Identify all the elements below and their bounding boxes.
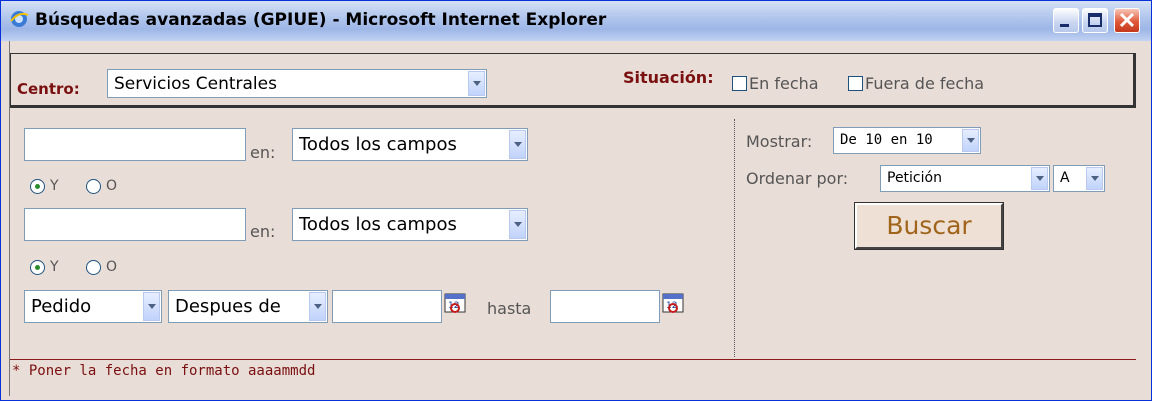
centro-label: Centro: (17, 80, 80, 98)
operator-2-y-radio[interactable] (30, 260, 45, 275)
date-to-input[interactable] (550, 290, 660, 323)
content-area: Centro: Servicios Centrales Situación: E… (9, 41, 1146, 396)
maximize-icon (1088, 13, 1102, 27)
centro-select[interactable]: Servicios Centrales (107, 69, 487, 98)
maximize-button[interactable] (1082, 8, 1108, 33)
field-select-1-value: Todos los campos (299, 134, 457, 155)
operator-1-y-label: Y (50, 178, 59, 194)
date-field-select-value: Pedido (31, 296, 92, 317)
close-button[interactable] (1114, 8, 1140, 33)
chevron-down-icon (962, 129, 979, 152)
date-condition-select-value: Despues de (175, 296, 281, 317)
mostrar-select[interactable]: De 10 en 10 (833, 127, 981, 154)
operator-1-o-label: O (106, 178, 118, 194)
direction-select[interactable]: A (1053, 165, 1105, 192)
field-select-2-value: Todos los campos (299, 214, 457, 235)
fuera-de-fecha-checkbox[interactable] (848, 76, 863, 91)
calendar-icon[interactable]: 12 (662, 292, 684, 314)
minimize-button[interactable] (1053, 8, 1079, 33)
operator-2-y-label: Y (50, 259, 59, 275)
date-condition-select[interactable]: Despues de (168, 290, 328, 323)
chevron-down-icon (143, 292, 160, 321)
operator-2-o-label: O (106, 259, 118, 275)
centro-select-value: Servicios Centrales (114, 74, 277, 94)
mostrar-select-value: De 10 en 10 (840, 132, 933, 148)
en-label-1: en: (250, 143, 276, 162)
operator-1-o-radio[interactable] (86, 179, 101, 194)
en-label-2: en: (250, 222, 276, 241)
chevron-down-icon (468, 71, 485, 96)
operator-2-o-radio[interactable] (86, 260, 101, 275)
title-bar[interactable]: Búsquedas avanzadas (GPIUE) - Microsoft … (1, 1, 1151, 41)
en-fecha-checkbox[interactable] (732, 76, 747, 91)
ordenar-select-value: Petición (887, 170, 942, 186)
date-format-note: * Poner la fecha en formato aaaammdd (12, 363, 316, 379)
field-select-1[interactable]: Todos los campos (292, 128, 528, 161)
ordenar-label: Ordenar por: (746, 169, 849, 188)
ordenar-select[interactable]: Petición (880, 165, 1050, 192)
minimize-icon (1060, 24, 1069, 27)
buscar-button[interactable]: Buscar (854, 202, 1004, 250)
horizontal-divider (10, 359, 1136, 360)
fuera-de-fecha-label: Fuera de fecha (865, 74, 985, 93)
browser-window: Búsquedas avanzadas (GPIUE) - Microsoft … (0, 0, 1152, 401)
direction-select-value: A (1060, 170, 1070, 186)
mostrar-label: Mostrar: (746, 132, 813, 151)
chevron-down-icon (509, 130, 526, 159)
chevron-down-icon (509, 210, 526, 239)
vertical-divider (734, 119, 735, 357)
date-field-select[interactable]: Pedido (24, 290, 162, 323)
hasta-label: hasta (487, 299, 532, 318)
chevron-down-icon (1031, 167, 1048, 190)
en-fecha-label: En fecha (749, 74, 819, 93)
chevron-down-icon (309, 292, 326, 321)
field-select-2[interactable]: Todos los campos (292, 208, 528, 241)
operator-1-y-radio[interactable] (30, 179, 45, 194)
close-icon (1119, 12, 1135, 28)
search-term-1-input[interactable] (24, 128, 246, 161)
situacion-label: Situación: (623, 68, 714, 87)
calendar-icon[interactable]: 12 (444, 292, 466, 314)
date-from-input[interactable] (332, 290, 442, 323)
filter-panel: Centro: Servicios Centrales Situación: E… (10, 53, 1136, 108)
internet-explorer-icon (10, 11, 29, 27)
search-term-2-input[interactable] (24, 208, 246, 241)
chevron-down-icon (1086, 167, 1103, 190)
window-title: Búsquedas avanzadas (GPIUE) - Microsoft … (35, 10, 607, 30)
